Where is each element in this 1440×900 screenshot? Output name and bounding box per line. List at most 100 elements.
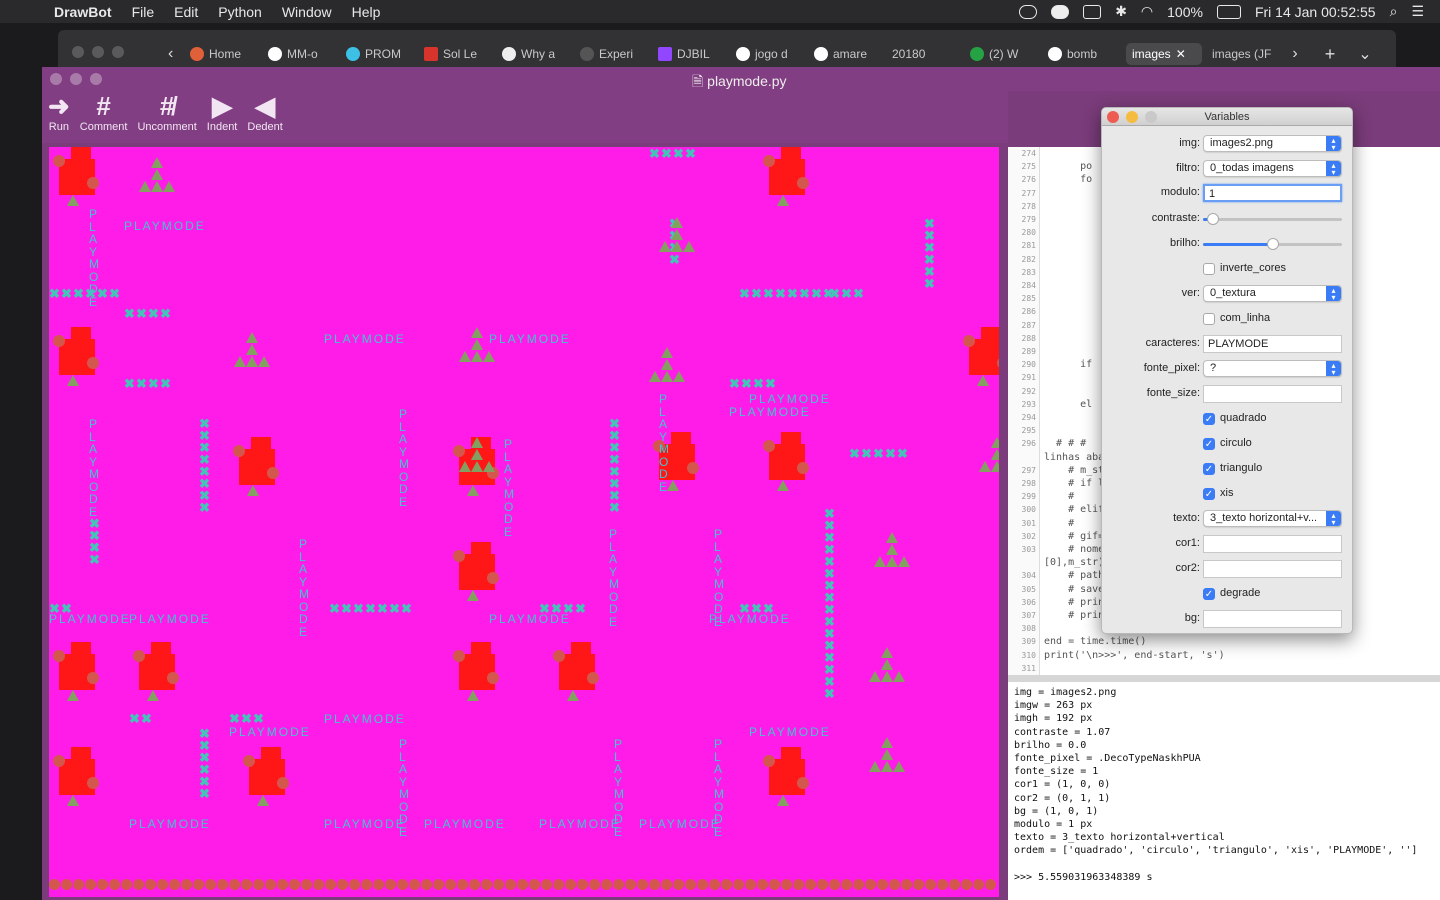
- zoom-icon[interactable]: [1145, 111, 1157, 123]
- browser-tab[interactable]: jogo d: [736, 47, 814, 61]
- circle-mark: [349, 879, 360, 890]
- line-number: 298: [1021, 479, 1036, 488]
- menu-python[interactable]: Python: [208, 4, 272, 20]
- x-mark: ✖: [329, 601, 340, 616]
- circle-mark: [565, 879, 576, 890]
- x-mark: ✖: [160, 376, 171, 391]
- browser-tab[interactable]: Sol Le: [424, 47, 502, 61]
- line-number: 274: [1021, 149, 1036, 158]
- control-center-icon[interactable]: ☰: [1411, 3, 1424, 20]
- browser-tab[interactable]: DJBIL: [658, 47, 736, 61]
- browser-tab[interactable]: Why a: [502, 47, 580, 61]
- battery-icon[interactable]: [1216, 4, 1241, 19]
- square-mark: [71, 642, 91, 656]
- fonte-size-input[interactable]: [1203, 385, 1342, 403]
- menu-edit[interactable]: Edit: [164, 4, 208, 20]
- bg-input[interactable]: [1203, 610, 1342, 628]
- browser-tab[interactable]: Home: [190, 47, 268, 61]
- circle-mark: [733, 879, 744, 890]
- close-icon[interactable]: [1107, 111, 1119, 123]
- x-mark: ✖: [148, 376, 159, 391]
- filtro-label: filtro:: [1176, 162, 1200, 174]
- window-controls[interactable]: [50, 73, 102, 85]
- caracteres-input[interactable]: PLAYMODE: [1203, 335, 1342, 353]
- cor2-label: cor2:: [1175, 562, 1200, 574]
- triangle-mark: [683, 241, 695, 252]
- circle-mark: [797, 462, 809, 474]
- dedent-button[interactable]: ◀ Dedent: [247, 91, 282, 143]
- browser-tab[interactable]: PROM: [346, 47, 424, 61]
- creative-cloud-icon[interactable]: [1019, 4, 1038, 19]
- cor1-input[interactable]: [1203, 535, 1342, 553]
- circle-mark: [229, 879, 240, 890]
- filtro-select[interactable]: 0_todas imagens ▴ ▾: [1203, 160, 1342, 177]
- texto-select[interactable]: 3_texto horizontal+v... ▴ ▾: [1203, 510, 1342, 527]
- chevron-down-icon[interactable]: ⌄: [1350, 44, 1380, 64]
- brilho-slider[interactable]: [1203, 238, 1342, 250]
- browser-tab[interactable]: (2) W: [970, 47, 1048, 61]
- browser-tab[interactable]: 20180: [892, 47, 970, 61]
- ver-row: ver: 0_textura ▴ ▾: [1102, 284, 1352, 304]
- line-number: 282: [1021, 254, 1036, 264]
- pane-divider[interactable]: [1008, 675, 1440, 682]
- indent-button[interactable]: ▶ Indent: [207, 91, 238, 143]
- line-number: 300: [1021, 505, 1036, 515]
- run-button[interactable]: ➜ Run: [48, 91, 70, 143]
- browser-tab-active[interactable]: images ✕: [1126, 43, 1202, 65]
- drawing-canvas[interactable]: ✖ ✖ ✖ ✖ ✖ ✖ ✖ ✖ ✖ ✖ ✖ ✖ ✖ ✖ ✖ ✖ ✖ ✖ ✖ ✖ ✖ ✖ ✖ ✖ ✖ ✖ ✖ ✖ ✖ ✖ ✖ ✖ ✖ ✖ ✖ ✖ ✖ ✖ ✖ ✖…: [49, 147, 999, 897]
- browser-tab[interactable]: bomb: [1048, 47, 1126, 61]
- close-tab-icon[interactable]: ✕: [1176, 47, 1186, 61]
- circle-mark: [87, 777, 99, 789]
- browser-window-controls[interactable]: [72, 46, 124, 58]
- contraste-slider[interactable]: [1203, 213, 1342, 225]
- circle-mark: [687, 462, 699, 474]
- cor1-row: cor1:: [1102, 534, 1352, 554]
- browser-tab[interactable]: images (JF: [1202, 47, 1280, 61]
- new-tab-icon[interactable]: +: [1310, 44, 1350, 65]
- slider-knob[interactable]: [1206, 213, 1219, 225]
- xis-checkbox[interactable]: ✓: [1203, 488, 1215, 500]
- fonte-pixel-select[interactable]: ? ▴ ▾: [1203, 360, 1342, 377]
- keyboard-icon[interactable]: [1083, 4, 1102, 19]
- tabs-back-icon[interactable]: ‹: [168, 45, 190, 63]
- letter-mark: PLAYMODE: [639, 817, 721, 831]
- uncomment-button[interactable]: #̸ Uncomment: [137, 91, 196, 143]
- inverte-checkbox[interactable]: [1203, 263, 1215, 275]
- menu-app[interactable]: DrawBot: [44, 4, 122, 20]
- triangle-mark: [67, 795, 79, 806]
- wifi-icon[interactable]: ◠: [1141, 3, 1153, 20]
- ver-select[interactable]: 0_textura ▴ ▾: [1203, 285, 1342, 302]
- search-icon[interactable]: ⌕: [1390, 3, 1398, 20]
- menu-window[interactable]: Window: [272, 4, 342, 20]
- battery-percent[interactable]: 100%: [1167, 4, 1203, 20]
- slider-knob[interactable]: [1266, 238, 1279, 250]
- circle-mark: [205, 879, 216, 890]
- github-icon: [268, 47, 282, 61]
- circle-mark: [445, 879, 456, 890]
- com-linha-checkbox[interactable]: [1203, 313, 1215, 325]
- quadrado-checkbox[interactable]: ✓: [1203, 413, 1215, 425]
- img-select[interactable]: images2.png ▴ ▾: [1203, 135, 1342, 152]
- clock[interactable]: Fri 14 Jan 00:52:55: [1255, 4, 1376, 20]
- triangle-mark: [567, 690, 579, 701]
- cor2-input[interactable]: [1203, 560, 1342, 578]
- triangle-mark: [777, 795, 789, 806]
- degrade-checkbox[interactable]: ✓: [1203, 588, 1215, 600]
- browser-tab[interactable]: MM-o: [268, 47, 346, 61]
- circulo-checkbox[interactable]: ✓: [1203, 438, 1215, 450]
- browser-tab[interactable]: Experi: [580, 47, 658, 61]
- fonte-pixel-label: fonte_pixel:: [1143, 362, 1200, 374]
- triangulo-checkbox[interactable]: ✓: [1203, 463, 1215, 475]
- bluetooth-icon[interactable]: ✱: [1115, 3, 1127, 20]
- browser-tab[interactable]: amare: [814, 47, 892, 61]
- menu-help[interactable]: Help: [342, 4, 391, 20]
- minimize-icon[interactable]: [1126, 111, 1138, 123]
- tab-favicon: [190, 47, 204, 61]
- quadrado-label: quadrado: [1220, 412, 1267, 424]
- comment-button[interactable]: # Comment: [80, 91, 128, 143]
- status-circle-icon[interactable]: [1051, 4, 1070, 19]
- tabs-forward-icon[interactable]: ›: [1280, 45, 1310, 63]
- triangle-mark: [459, 461, 471, 472]
- menu-file[interactable]: File: [122, 4, 165, 20]
- modulo-input[interactable]: 1: [1203, 184, 1342, 202]
